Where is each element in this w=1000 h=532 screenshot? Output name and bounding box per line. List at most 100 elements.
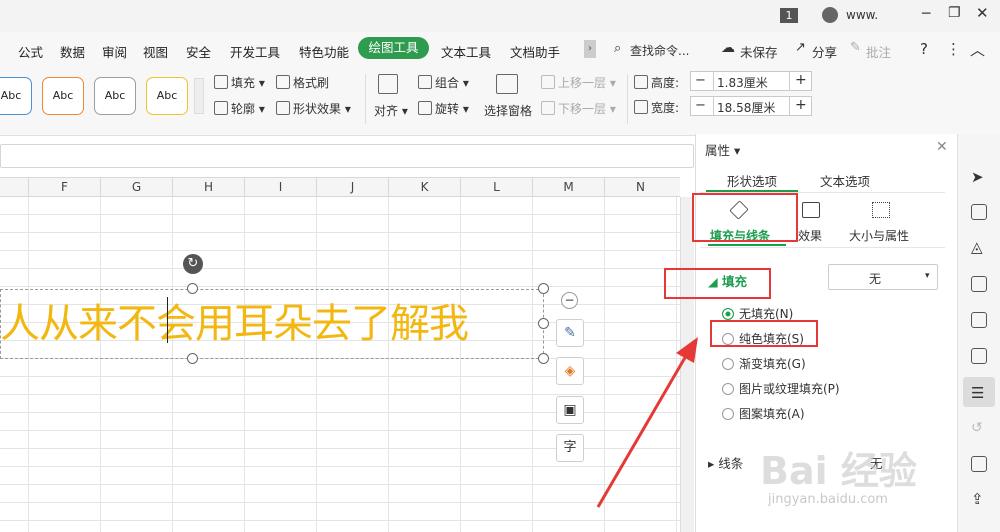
text-box-content[interactable]: 人从来不会用耳朵去了解我: [0, 291, 469, 349]
restore-icon[interactable]: ❐: [948, 5, 961, 21]
unsaved-status[interactable]: 未保存: [740, 42, 778, 61]
export-icon[interactable]: ⇪: [971, 490, 984, 508]
menu-security[interactable]: 安全: [186, 42, 211, 61]
radio-pattern-fill[interactable]: 图案填充(A): [722, 405, 805, 422]
help-button[interactable]: ?: [920, 40, 928, 58]
table-icon[interactable]: [971, 276, 987, 292]
line-section-header[interactable]: ▸ 线条: [708, 453, 743, 472]
formula-input[interactable]: [0, 144, 694, 168]
group-button[interactable]: 组合 ▾: [418, 74, 469, 91]
style-chip-orange[interactable]: Abc: [42, 77, 84, 115]
pen-icon[interactable]: ✎: [556, 319, 584, 347]
column-header-i[interactable]: I: [244, 178, 316, 197]
column-header-j[interactable]: J: [316, 178, 388, 197]
align-label: 对齐: [374, 104, 399, 118]
panel-close-icon[interactable]: ✕: [936, 139, 948, 155]
search-icon[interactable]: ⌕: [614, 41, 621, 56]
resize-handle-bottom[interactable]: [187, 353, 198, 364]
width-decrease-button[interactable]: −: [695, 98, 706, 113]
tab-count-badge[interactable]: 1: [780, 8, 798, 23]
menu-formulas[interactable]: 公式: [18, 42, 43, 61]
share-button[interactable]: 分享: [812, 42, 837, 61]
line-section-label: 线条: [718, 456, 744, 471]
tab-text-options[interactable]: 文本选项: [820, 171, 870, 190]
selection-pane-button[interactable]: 选择窗格: [484, 102, 532, 119]
fill-button[interactable]: 填充 ▾: [214, 74, 265, 91]
column-header-f[interactable]: F: [28, 178, 100, 197]
column-header-h[interactable]: H: [172, 178, 244, 197]
shape-effects-button[interactable]: 形状效果 ▾: [276, 100, 351, 117]
format-painter-button[interactable]: 格式刷: [276, 74, 329, 91]
menu-scroll-right-icon[interactable]: ›: [584, 40, 596, 58]
menu-drawing-tools[interactable]: 绘图工具: [358, 37, 429, 59]
user-name[interactable]: www.: [846, 8, 878, 22]
rotate-handle-icon[interactable]: ↻: [183, 254, 203, 274]
rotate-icon: [418, 101, 432, 115]
menu-data[interactable]: 数据: [60, 42, 85, 61]
close-window-icon[interactable]: ✕: [976, 4, 989, 22]
height-input[interactable]: 1.83厘米: [717, 74, 768, 91]
resize-handle-top[interactable]: [187, 283, 198, 294]
width-increase-button[interactable]: +: [795, 97, 807, 113]
text-cursor: [167, 297, 168, 343]
column-header-m[interactable]: M: [532, 178, 604, 197]
style-icon[interactable]: ◬: [971, 238, 983, 256]
fill-color-icon[interactable]: ◈: [556, 357, 584, 385]
collapse-float-button[interactable]: −: [561, 292, 578, 309]
menu-view[interactable]: 视图: [143, 42, 168, 61]
height-increase-button[interactable]: +: [795, 72, 807, 88]
style-chip-yellow[interactable]: Abc: [146, 77, 188, 115]
annotation-box-fill-line: [692, 193, 798, 242]
radio-picture-fill[interactable]: 图片或纹理填充(P): [722, 380, 840, 397]
style-chip-blue[interactable]: Abc: [0, 77, 32, 115]
text-style-icon[interactable]: 字: [556, 434, 584, 462]
group-label: 组合: [435, 76, 460, 90]
menu-special[interactable]: 特色功能: [299, 42, 349, 61]
minimize-icon[interactable]: ─: [922, 6, 930, 22]
send-backward-button[interactable]: 下移一层 ▾: [541, 100, 616, 117]
height-decrease-button[interactable]: −: [695, 73, 706, 88]
more-icon[interactable]: ⋮: [946, 40, 961, 58]
subtab-size-properties[interactable]: 大小与属性: [849, 227, 909, 244]
column-header-l[interactable]: L: [460, 178, 532, 197]
radio-indicator: [722, 308, 734, 320]
column-header-n[interactable]: N: [604, 178, 676, 197]
fill-dropdown[interactable]: 无 ▾: [828, 264, 938, 290]
undo-icon[interactable]: ↺: [971, 420, 983, 436]
column-header-k[interactable]: K: [388, 178, 460, 197]
rotate-button[interactable]: 旋转 ▾: [418, 100, 469, 117]
menu-review[interactable]: 审阅: [102, 42, 127, 61]
column-header-g[interactable]: G: [100, 178, 172, 197]
resize-handle-right[interactable]: [538, 318, 549, 329]
panel-title[interactable]: 属性 ▾: [705, 140, 740, 159]
align-button[interactable]: 对齐 ▾: [374, 102, 408, 119]
select-arrow-icon[interactable]: ➤: [971, 168, 984, 186]
outline-button[interactable]: 轮廓 ▾: [214, 100, 265, 117]
bring-forward-button[interactable]: 上移一层 ▾: [541, 74, 616, 91]
bring-forward-label: 上移一层: [558, 76, 607, 90]
avatar[interactable]: [822, 7, 838, 23]
style-chip-gray[interactable]: Abc: [94, 77, 136, 115]
menu-text-tools[interactable]: 文本工具: [441, 42, 491, 61]
menu-developer[interactable]: 开发工具: [230, 42, 280, 61]
shape-icon[interactable]: [971, 204, 987, 220]
outline-style-icon[interactable]: ▣: [556, 396, 584, 424]
subtab-effects[interactable]: 效果: [798, 227, 822, 244]
outline-icon: [214, 101, 228, 115]
width-input[interactable]: 18.58厘米: [717, 99, 775, 116]
height-field: 高度:: [634, 74, 679, 91]
radio-gradient-fill[interactable]: 渐变填充(G): [722, 355, 806, 372]
menu-doc-assistant[interactable]: 文档助手: [510, 42, 560, 61]
image-icon[interactable]: [971, 456, 987, 472]
command-search[interactable]: 查找命令...: [630, 42, 689, 59]
resize-handle-top-right[interactable]: [538, 283, 549, 294]
height-input-group: − 1.83厘米 +: [690, 71, 812, 91]
resize-handle-bottom-right[interactable]: [538, 353, 549, 364]
style-gallery-scroll[interactable]: [194, 78, 204, 114]
chart-icon[interactable]: [971, 348, 987, 364]
grid-apps-icon[interactable]: [971, 312, 987, 328]
comment-button[interactable]: 批注: [866, 42, 891, 61]
arrow-shaft: [596, 348, 692, 508]
tab-shape-options[interactable]: 形状选项: [727, 171, 777, 190]
collapse-ribbon-icon[interactable]: ︿: [970, 39, 985, 60]
